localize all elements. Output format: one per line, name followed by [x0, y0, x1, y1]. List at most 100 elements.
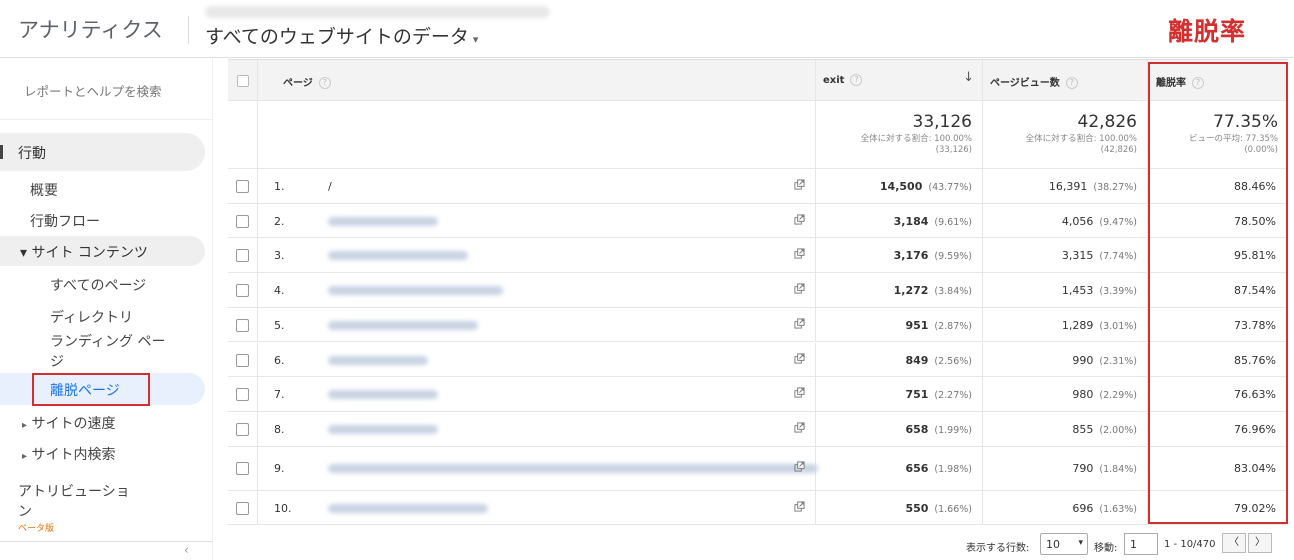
goto-page-input[interactable]: 1 [1124, 533, 1158, 555]
table-row[interactable]: 1. / 14,500 (43.77%) 16,391 (38.27%) 88.46… [228, 169, 1288, 204]
rows-per-page-select[interactable]: 10 ▾ [1040, 533, 1088, 555]
table-row[interactable]: 3. 3,176 (9.59%) 3,315 (7.74%) 95.81% [228, 238, 1288, 274]
header-pageviews[interactable]: ページビュー数? [983, 60, 1148, 100]
open-link-icon[interactable] [794, 283, 805, 294]
page-cell: 5. [258, 307, 816, 342]
open-link-icon[interactable] [794, 461, 805, 472]
row-checkbox[interactable] [236, 388, 249, 402]
page-path-redacted[interactable] [328, 424, 438, 434]
exit-value: 656 (1.98%) [905, 462, 972, 475]
page-path-redacted[interactable] [328, 390, 438, 400]
sidebar-item-all-pages[interactable]: すべてのページ [50, 275, 146, 295]
table-row[interactable]: 5. 951 (2.87%) 1,289 (3.01%) 73.78% [228, 307, 1288, 343]
page-path-redacted[interactable] [328, 251, 468, 261]
behavior-icon [0, 145, 3, 159]
open-link-icon[interactable] [794, 318, 805, 329]
pv-count: 3,315 [1061, 249, 1094, 263]
sidebar-item-behavior[interactable]: 行動 [0, 133, 205, 171]
row-checkbox[interactable] [236, 249, 249, 263]
table-row[interactable]: 10. 550 (1.66%) 696 (1.63%) 79.02% [228, 490, 1288, 526]
pv-count: 790 [1072, 462, 1094, 476]
page-path-redacted[interactable] [328, 216, 438, 226]
pv-count: 1,453 [1061, 284, 1094, 298]
sidebar-item-site-content[interactable]: ▾ サイト コンテンツ [0, 236, 205, 266]
report-search-input[interactable]: レポートとヘルプを検索 [24, 81, 162, 100]
select-all-checkbox[interactable] [237, 75, 249, 87]
summary-pv-count: (42,826) [1100, 145, 1137, 155]
page-path-redacted[interactable] [328, 320, 478, 330]
row-checkbox[interactable] [236, 318, 249, 332]
sidebar-item-attribution[interactable]: アトリビューショ ン [18, 482, 130, 522]
open-link-icon[interactable] [794, 387, 805, 398]
table-row[interactable]: 9. 656 (1.98%) 790 (1.84%) 83.04% [228, 446, 1288, 491]
exit-cell: 849 (2.56%) [816, 342, 983, 377]
app-name[interactable]: アナリティクス [18, 14, 163, 44]
page-path[interactable]: / [328, 180, 332, 193]
row-checkbox[interactable] [236, 214, 249, 228]
help-icon[interactable]: ? [318, 77, 331, 89]
next-page-button[interactable]: 〉 [1248, 533, 1272, 553]
help-icon[interactable]: ? [850, 74, 863, 86]
open-link-icon[interactable] [794, 248, 805, 259]
sidebar-item-exit-pages[interactable]: 離脱ページ [0, 373, 205, 406]
row-checkbox[interactable] [236, 501, 249, 515]
table-row[interactable]: 2. 3,184 (9.61%) 4,056 (9.47%) 78.50% [228, 203, 1288, 239]
pv-count: 16,391 [1048, 180, 1088, 193]
collapsed-triangle-icon: ▸ [22, 451, 28, 462]
open-link-icon[interactable] [794, 352, 805, 364]
row-checkbox[interactable] [236, 284, 249, 298]
page-path-redacted[interactable] [328, 355, 428, 365]
page-path-redacted[interactable] [328, 464, 818, 474]
sidebar-item-overview[interactable]: 概要 [30, 180, 58, 200]
row-checkbox[interactable] [236, 422, 249, 436]
sidebar-item-directory[interactable]: ディレクトリ [50, 307, 133, 327]
table-row[interactable]: 8. 658 (1.99%) 855 (2.00%) 76.96% [228, 411, 1288, 447]
pv-count: 980 [1072, 388, 1094, 402]
exit-value: 658 (1.99%) [905, 423, 972, 436]
open-link-icon[interactable] [794, 422, 805, 433]
sort-descending-icon[interactable]: ↓ [963, 70, 974, 85]
collapse-sidebar-icon[interactable]: ‹ [184, 543, 189, 557]
pageviews-cell: 1,453 (3.39%) [983, 273, 1148, 307]
summary-pv-share: 全体に対する割合: 100.00% [1025, 134, 1137, 144]
table-row[interactable]: 7. 751 (2.27%) 980 (2.29%) 76.63% [228, 377, 1288, 412]
row-checkbox-cell [228, 238, 258, 273]
collapsed-triangle-icon: ▸ [22, 420, 28, 431]
summary-row: 33,126 全体に対する割合: 100.00% (33,126) 42,826… [228, 101, 1288, 169]
open-link-icon[interactable] [794, 501, 805, 512]
help-icon[interactable]: ? [1065, 77, 1078, 89]
pv-value: 3,315 (7.74%) [1062, 249, 1137, 262]
property-name: すべてのウェブサイトのデータ [205, 26, 469, 48]
row-checkbox[interactable] [236, 180, 249, 193]
pageviews-cell: 980 (2.29%) [983, 377, 1148, 411]
table-row[interactable]: 6. 849 (2.56%) 990 (2.31%) 85.76% [228, 342, 1288, 378]
exit-cell: 3,176 (9.59%) [816, 238, 983, 273]
page-path-redacted[interactable] [328, 286, 503, 296]
sidebar-item-site-speed[interactable]: ▸ サイトの速度 [22, 413, 115, 433]
rows-per-page-label: 表示する行数: [966, 543, 1030, 554]
header-page[interactable]: ページ? [258, 60, 816, 100]
pv-percent: (1.63%) [1099, 503, 1137, 515]
sidebar-item-site-search[interactable]: ▸ サイト内検索 [22, 444, 115, 464]
open-link-icon[interactable] [794, 179, 805, 190]
sidebar-item-behavior-flow[interactable]: 行動フロー [30, 211, 100, 231]
row-index: 4. [274, 284, 285, 298]
exit-value: 3,176 (9.59%) [894, 249, 972, 262]
header-exit[interactable]: exit? ↓ [816, 60, 983, 100]
page-path-redacted[interactable] [328, 503, 488, 513]
pv-value: 855 (2.00%) [1072, 423, 1137, 436]
row-checkbox[interactable] [236, 462, 249, 476]
exit-cell: 656 (1.98%) [816, 446, 983, 490]
pv-value: 980 (2.29%) [1072, 388, 1137, 401]
property-selector[interactable]: すべてのウェブサイトのデータ ▾ [205, 22, 478, 49]
table-row[interactable]: 4. 1,272 (3.84%) 1,453 (3.39%) 87.54% [228, 273, 1288, 308]
exit-count: 3,176 [893, 249, 929, 263]
sidebar-item-landing-pages[interactable]: ランディング ペー ジ [50, 332, 165, 372]
open-link-icon[interactable] [794, 214, 805, 225]
account-breadcrumb-redacted[interactable] [205, 6, 550, 18]
page-cell: 9. [258, 446, 818, 490]
exit-cell: 1,272 (3.84%) [816, 273, 983, 307]
row-checkbox[interactable] [236, 353, 249, 367]
prev-page-button[interactable]: 〈 [1222, 533, 1246, 553]
exit-value: 1,272 (3.84%) [894, 284, 972, 297]
